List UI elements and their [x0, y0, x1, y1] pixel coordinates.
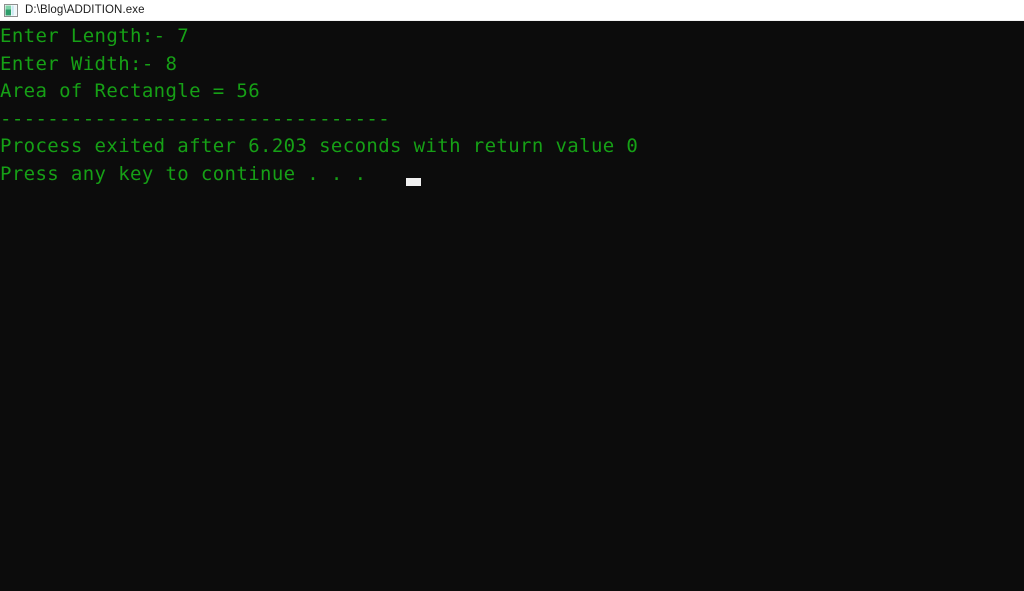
console-lines: Enter Length:- 7 Enter Width:- 8 Area of… [0, 21, 1024, 188]
console-line: Enter Length:- 7 [0, 25, 190, 47]
window-title: D:\Blog\ADDITION.exe [25, 3, 145, 16]
console-line: Press any key to continue . . . [0, 162, 367, 185]
text-cursor [406, 178, 421, 186]
window-titlebar[interactable]: D:\Blog\ADDITION.exe [0, 0, 1024, 21]
console-line: Area of Rectangle = 56 [0, 80, 261, 102]
console-line: --------------------------------- [0, 107, 391, 130]
console-line: Process exited after 6.203 seconds with … [0, 135, 639, 157]
console-output-area[interactable]: Enter Length:- 7 Enter Width:- 8 Area of… [0, 21, 1024, 591]
console-line: Enter Width:- 8 [0, 52, 178, 75]
console-window: D:\Blog\ADDITION.exe Enter Length:- 7 En… [0, 0, 1024, 591]
console-app-icon [4, 3, 18, 17]
